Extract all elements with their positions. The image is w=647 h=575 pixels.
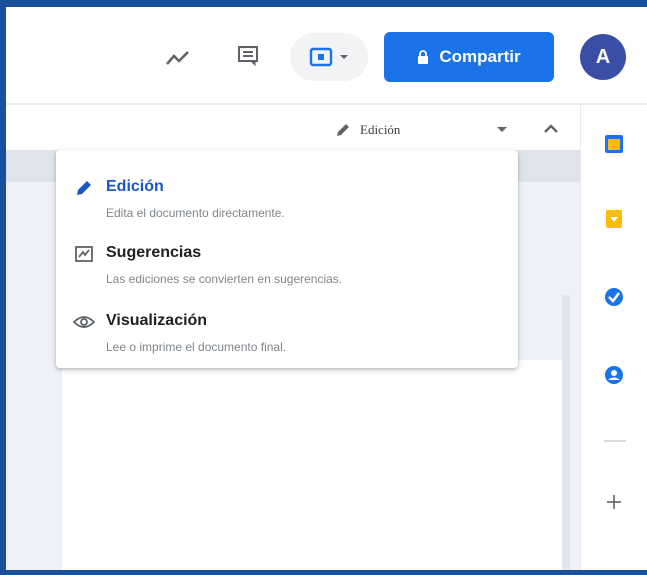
menu-item-description: Lee o imprime el documento final. xyxy=(106,340,287,354)
trend-icon xyxy=(166,51,189,65)
dropdown-arrow-icon xyxy=(340,55,348,59)
side-tasks-button[interactable] xyxy=(602,285,626,309)
editing-mode-selector[interactable]: Edición xyxy=(334,112,520,148)
menu-item-description: Edita el documento directamente. xyxy=(106,206,285,220)
present-icon xyxy=(309,47,333,67)
account-avatar[interactable]: A xyxy=(580,34,626,80)
chevron-down-icon xyxy=(497,127,507,132)
share-button[interactable]: Compartir xyxy=(384,32,554,82)
calendar-icon xyxy=(605,135,623,153)
pencil-icon xyxy=(72,176,96,200)
pencil-icon xyxy=(337,124,349,136)
comments-icon xyxy=(238,46,258,67)
menu-item-title: Sugerencias xyxy=(106,244,202,261)
activity-trend-button[interactable] xyxy=(158,38,198,78)
eye-icon xyxy=(72,310,96,334)
present-button[interactable] xyxy=(290,33,368,81)
side-keep-button[interactable] xyxy=(602,207,626,231)
add-icon xyxy=(607,495,621,509)
menu-item-title: Edición xyxy=(106,178,164,195)
chevron-up-icon xyxy=(544,124,558,133)
menu-item-title: Visualización xyxy=(106,312,208,329)
share-button-label: Compartir xyxy=(439,47,521,66)
suggest-icon xyxy=(72,242,96,266)
keep-icon xyxy=(606,210,622,228)
comments-button[interactable] xyxy=(228,36,268,76)
menu-item-edicion[interactable]: Edición Edita el documento directamente. xyxy=(56,158,518,224)
window-frame-top xyxy=(0,0,647,7)
side-calendar-button[interactable] xyxy=(602,132,626,156)
lock-icon xyxy=(418,49,429,64)
side-contacts-button[interactable] xyxy=(602,363,626,387)
window-frame-bottom xyxy=(0,570,647,575)
editing-mode-label: Edición xyxy=(360,122,401,137)
contacts-icon xyxy=(605,366,623,384)
menu-item-description: Las ediciones se convierten en sugerenci… xyxy=(106,272,343,286)
document-page[interactable] xyxy=(62,360,562,570)
side-add-button[interactable] xyxy=(602,490,626,514)
collapse-toolbar-button[interactable] xyxy=(536,114,566,144)
avatar-initial: A xyxy=(595,45,611,68)
side-panel-divider xyxy=(604,440,626,442)
vertical-scrollbar[interactable] xyxy=(562,295,570,570)
header-divider xyxy=(6,103,647,105)
menu-item-sugerencias[interactable]: Sugerencias Las ediciones se convierten … xyxy=(56,224,518,290)
menu-item-visualizacion[interactable]: Visualización Lee o imprime el documento… xyxy=(56,292,518,358)
tasks-icon xyxy=(605,288,623,306)
editing-mode-menu: Edición Edita el documento directamente.… xyxy=(56,150,518,368)
